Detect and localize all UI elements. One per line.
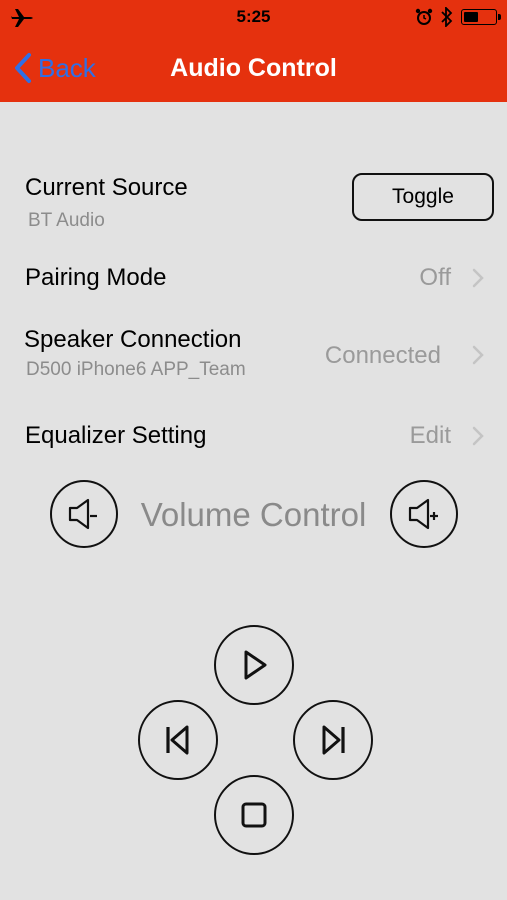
speaker-connection-device: D500 iPhone6 APP_Team (26, 359, 246, 380)
volume-up-icon (408, 498, 438, 530)
battery-fill (464, 12, 478, 22)
equalizer-title: Equalizer Setting (25, 422, 207, 449)
current-source-value: BT Audio (28, 210, 105, 231)
page-title: Audio Control (170, 54, 337, 82)
play-button[interactable] (214, 625, 294, 705)
pairing-mode-title: Pairing Mode (25, 264, 167, 291)
speaker-connection-row[interactable]: Speaker Connection D500 iPhone6 APP_Team… (0, 322, 507, 392)
previous-track-icon (166, 725, 189, 755)
alarm-icon (415, 8, 433, 25)
chevron-right-icon (472, 345, 484, 365)
next-track-button[interactable] (293, 700, 373, 780)
pairing-mode-row[interactable]: Pairing Mode Off (0, 258, 507, 300)
chevron-right-icon (472, 426, 484, 446)
toggle-source-button[interactable]: Toggle (352, 173, 494, 221)
stop-icon (241, 802, 267, 828)
bluetooth-icon (441, 7, 453, 27)
battery-icon (461, 9, 501, 25)
status-icons (415, 7, 501, 27)
speaker-connection-title: Speaker Connection (24, 326, 242, 353)
chevron-right-icon (472, 268, 484, 288)
equalizer-value: Edit (409, 422, 451, 449)
equalizer-row[interactable]: Equalizer Setting Edit (0, 416, 507, 458)
previous-track-button[interactable] (138, 700, 218, 780)
volume-up-button[interactable] (390, 480, 458, 548)
stop-button[interactable] (214, 775, 294, 855)
play-icon (244, 650, 267, 680)
current-source-title: Current Source (25, 174, 188, 201)
next-track-icon (322, 725, 345, 755)
navigation-bar: 5:25 Back Audio Control (0, 0, 507, 102)
speaker-connection-status: Connected (324, 342, 441, 369)
pairing-mode-value: Off (419, 264, 451, 291)
status-bar: 5:25 (0, 0, 507, 36)
